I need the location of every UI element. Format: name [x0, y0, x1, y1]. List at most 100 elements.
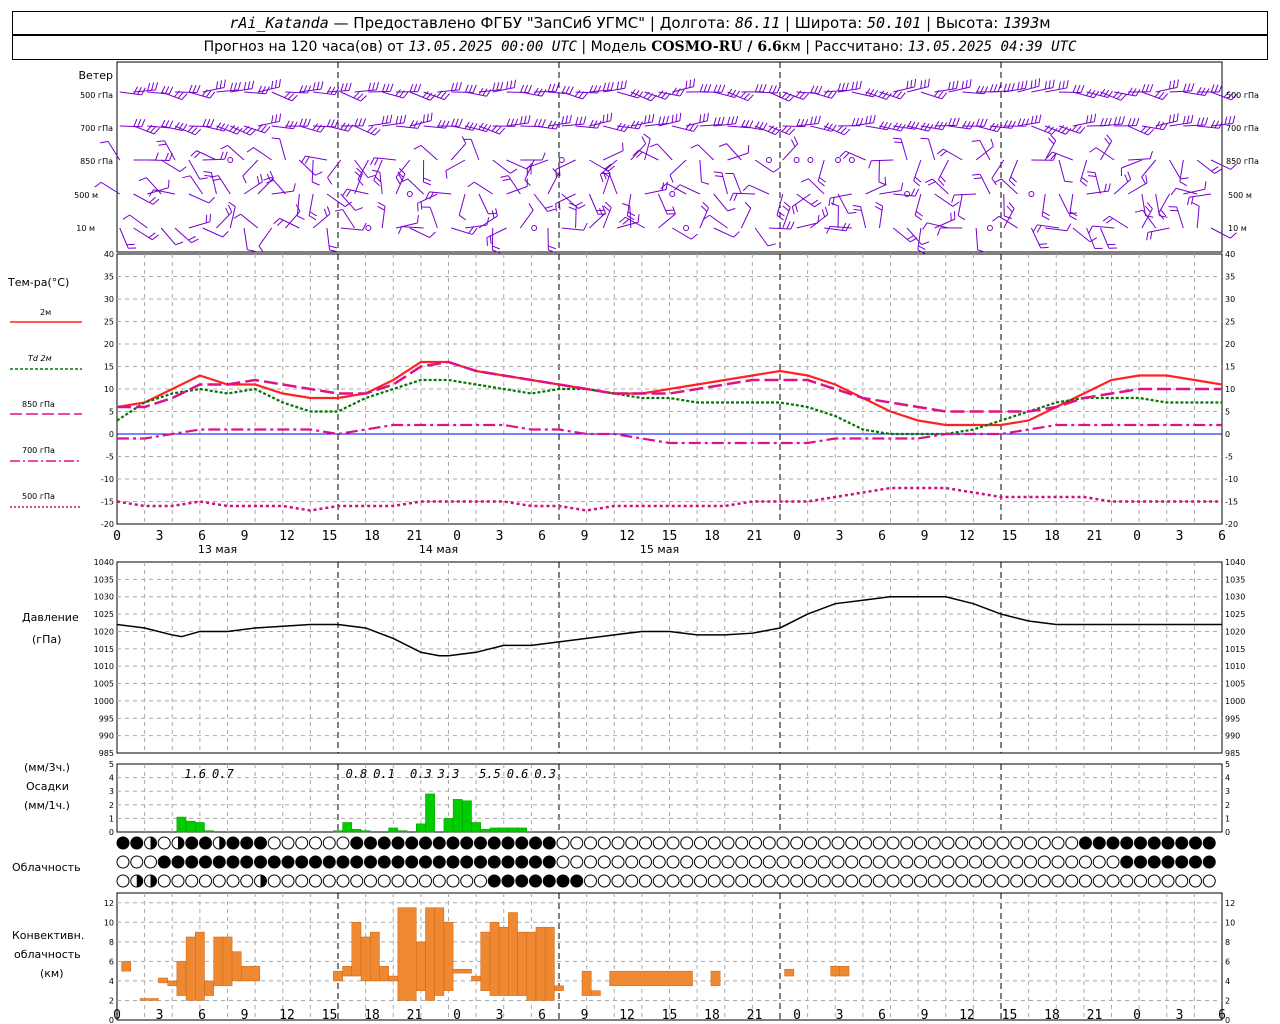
y-tick-label: 30: [104, 295, 114, 304]
convective-bar: [213, 936, 224, 987]
cloud-clear-icon: [350, 874, 364, 888]
wind-barb: [1127, 182, 1148, 195]
wind-barb-feather: [602, 82, 606, 91]
cloud-clear-icon: [336, 874, 350, 888]
cloud-clear-icon: [845, 836, 859, 850]
y-tick-label-right: 10: [1225, 918, 1235, 927]
wind-barb-feather: [395, 116, 399, 125]
precip-3h-total: 3.3: [437, 767, 460, 781]
x-tick-label: 6: [198, 529, 206, 544]
wind-barb: [1169, 159, 1181, 180]
wind-barb-feather: [817, 180, 825, 187]
wind-barb-feather: [403, 114, 407, 123]
wind-barb-feather: [1080, 180, 1088, 187]
precip-bar: [333, 830, 343, 833]
wind-barb-feather: [651, 113, 655, 122]
wind-barb-feather: [141, 119, 146, 127]
wind-barb-feather: [326, 119, 331, 127]
wind-barb-feather: [1017, 118, 1022, 127]
wind-barb-feather: [205, 90, 212, 98]
cloud-clear-icon: [295, 874, 309, 888]
cloud-partial-fill: [150, 837, 157, 849]
wind-level-500m: 500 м: [74, 191, 98, 200]
wind-barb: [713, 193, 729, 212]
cloud-overcast-icon: [254, 855, 267, 869]
wind-barb-feather: [500, 81, 504, 90]
cloud-clear-icon: [872, 874, 886, 888]
convective-bar: [158, 977, 168, 984]
wind-barb-feather: [582, 92, 589, 100]
wind-barb: [699, 159, 702, 182]
wind-barb-feather: [541, 89, 547, 97]
wind-barb-feather: [203, 171, 212, 174]
wind-barb: [810, 91, 832, 99]
wind-barb-feather: [817, 115, 821, 124]
wind-barb-feather: [936, 227, 941, 236]
cloud-clear-icon: [1106, 855, 1120, 869]
conv-x-tick-label: 15: [322, 1008, 338, 1023]
cloud-clear-icon: [790, 855, 804, 869]
y-tick-label: 1040: [94, 558, 114, 567]
wind-barb-feather: [1036, 225, 1042, 233]
cloud-overcast-icon: [199, 836, 212, 850]
wind-barb: [299, 88, 322, 93]
wind-barb-feather: [910, 79, 913, 88]
wind-barb-feather: [527, 115, 531, 124]
wind-barb-feather: [1141, 176, 1147, 185]
wind-barb-feather: [920, 80, 923, 89]
y-tick-label: 5: [109, 408, 114, 417]
wind-barb-feather: [1003, 83, 1007, 92]
y-tick-label: 1015: [94, 645, 114, 654]
wind-barb-feather: [499, 127, 506, 135]
cloud-overcast-icon: [1202, 855, 1216, 869]
wind-barb: [478, 193, 489, 215]
precip-bar: [489, 827, 500, 833]
wind-barb-feather: [713, 84, 718, 93]
cloud-clear-icon: [130, 855, 144, 869]
conv-x-tick-label: 18: [1044, 1008, 1060, 1023]
wind-barb-feather: [1172, 113, 1175, 123]
cloud-clear-icon: [886, 874, 900, 888]
cloud-clear-icon: [680, 855, 694, 869]
cloud-clear-icon: [199, 874, 212, 888]
cloud-overcast-icon: [226, 836, 240, 850]
wind-barb-feather: [201, 89, 208, 97]
wind-barb-feather: [644, 115, 647, 124]
wind-barb: [892, 227, 911, 243]
wind-barb-feather: [330, 86, 336, 95]
y-tick-label-right: 30: [1225, 295, 1235, 304]
wind-barb-feather: [1066, 223, 1072, 231]
wind-barb-feather: [675, 113, 678, 122]
wind-barb-feather: [983, 86, 989, 94]
wind-barb-feather: [927, 78, 930, 87]
wind-barb-feather: [464, 121, 470, 130]
cloud-clear-icon: [1092, 855, 1106, 869]
conv-x-tick-label: 9: [241, 1008, 249, 1023]
wind-barb-feather: [1214, 120, 1220, 129]
cloud-clear-icon: [817, 855, 831, 869]
wind-barb-feather: [468, 84, 473, 93]
wind-barb-feather: [717, 84, 722, 93]
wind-label: Ветер: [79, 69, 113, 82]
wind-barb-feather: [273, 218, 280, 225]
wind-barb-feather: [233, 82, 237, 91]
y-tick-label: 995: [99, 714, 114, 723]
wind-barb: [602, 150, 624, 161]
cloud-partial-fill: [219, 837, 226, 849]
cloud-clear-icon: [1065, 874, 1079, 888]
wind-level-10m-right: 10 м: [1228, 224, 1247, 233]
wind-barb-feather: [685, 80, 688, 89]
wind-barb-feather: [1204, 117, 1209, 126]
wind-barb: [1158, 193, 1170, 214]
cloud-clear-icon: [721, 874, 735, 888]
wind-barb-feather: [194, 128, 202, 136]
wind-barb: [506, 122, 529, 127]
wind-barb-feather: [1034, 115, 1038, 124]
wind-barb-feather: [1121, 116, 1125, 125]
cloud-overcast-icon: [570, 874, 584, 888]
x-tick-label: 15: [322, 529, 338, 544]
wind-barb-feather: [702, 201, 709, 209]
wind-barb-feather: [243, 81, 247, 90]
wind-barb-feather: [367, 125, 374, 133]
cloud-clear-icon: [831, 836, 845, 850]
